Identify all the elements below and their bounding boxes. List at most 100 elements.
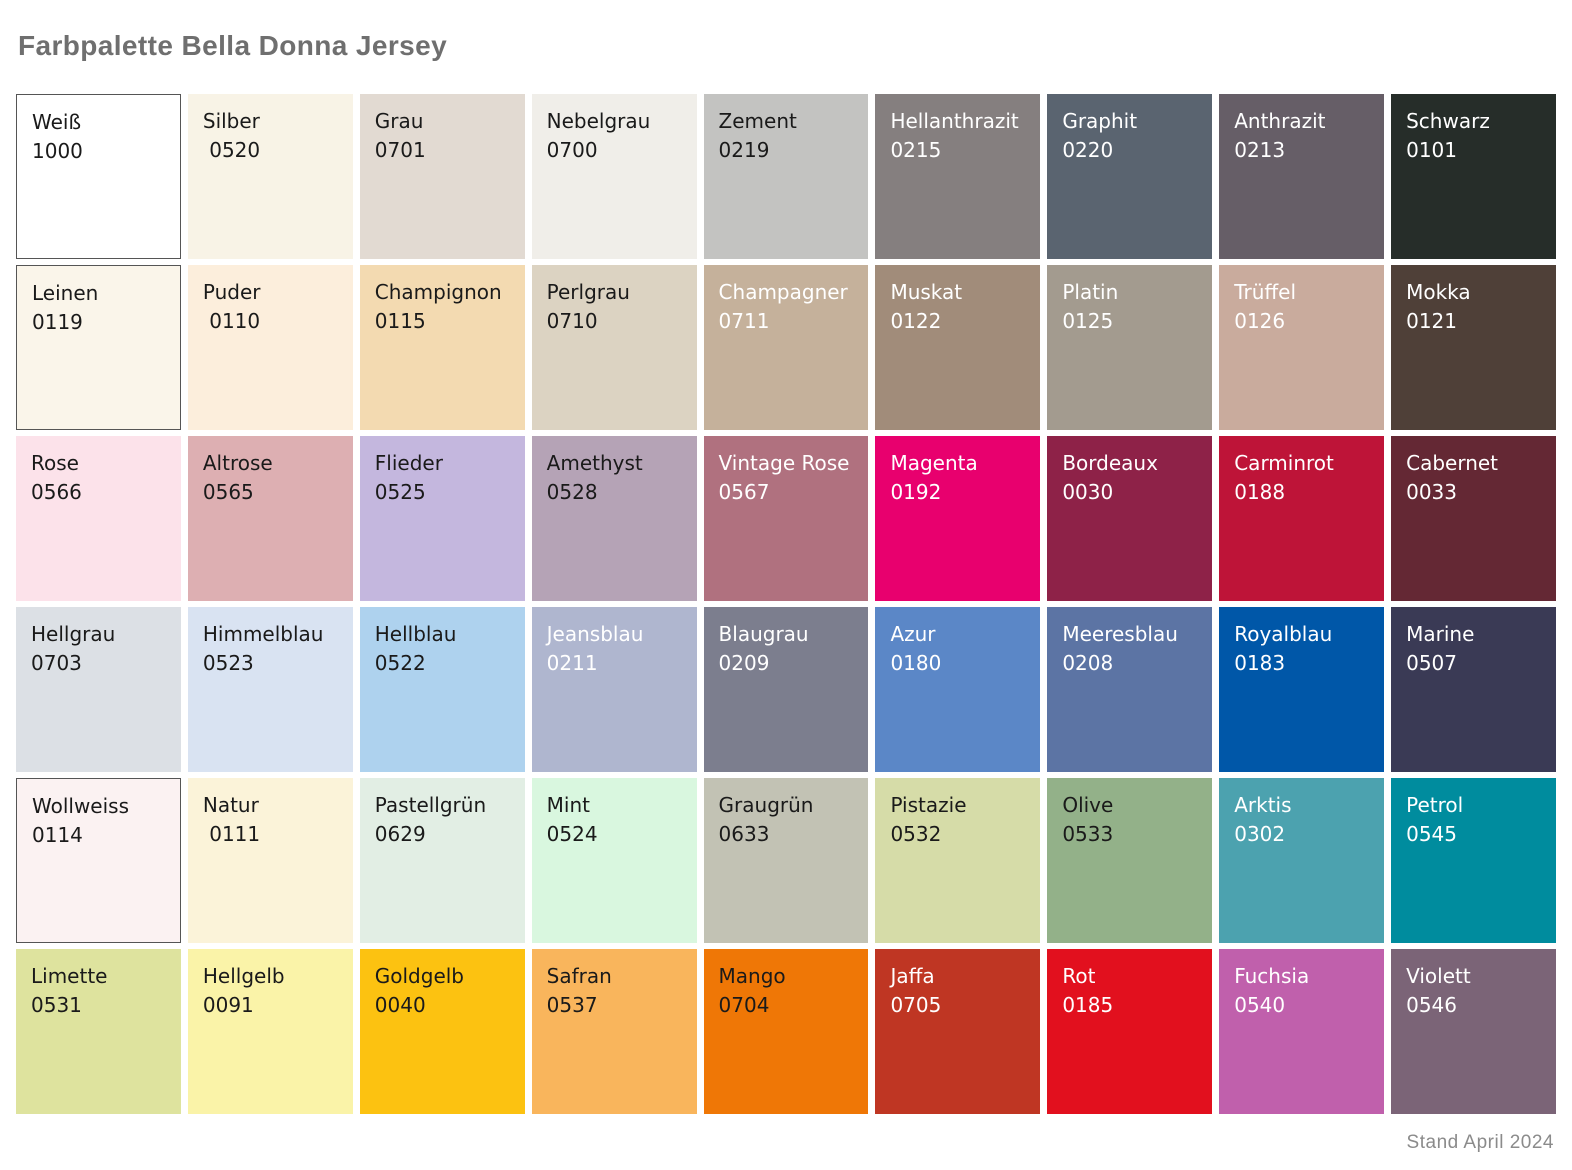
swatch-name: Anthrazit <box>1234 107 1382 136</box>
date-stamp: Stand April 2024 <box>0 1132 1554 1154</box>
color-swatch: Altrose 0565 <box>188 436 353 601</box>
swatch-name: Hellblau <box>375 620 523 649</box>
swatch-code: 0525 <box>375 478 523 507</box>
swatch-name: Altrose <box>203 449 351 478</box>
swatch-code: 0110 <box>203 307 351 336</box>
color-swatch: Champagner 0711 <box>704 265 869 430</box>
swatch-code: 0040 <box>375 991 523 1020</box>
swatch-name: Graugrün <box>719 791 867 820</box>
swatch-name: Champignon <box>375 278 523 307</box>
swatch-name: Nebelgrau <box>547 107 695 136</box>
swatch-code: 0629 <box>375 820 523 849</box>
swatch-name: Jeansblau <box>547 620 695 649</box>
swatch-code: 0524 <box>547 820 695 849</box>
color-swatch: Zement 0219 <box>704 94 869 259</box>
swatch-code: 0115 <box>375 307 523 336</box>
color-swatch: Silber 0520 <box>188 94 353 259</box>
swatch-name: Petrol <box>1406 791 1554 820</box>
swatch-name: Olive <box>1062 791 1210 820</box>
color-swatch: Blaugrau 0209 <box>704 607 869 772</box>
swatch-code: 0703 <box>31 649 179 678</box>
color-swatch: Goldgelb 0040 <box>360 949 525 1114</box>
color-swatch: Graugrün 0633 <box>704 778 869 943</box>
swatch-name: Fuchsia <box>1234 962 1382 991</box>
color-swatch: Perlgrau 0710 <box>532 265 697 430</box>
swatch-code: 0704 <box>719 991 867 1020</box>
swatch-name: Perlgrau <box>547 278 695 307</box>
swatch-name: Bordeaux <box>1062 449 1210 478</box>
swatch-name: Graphit <box>1062 107 1210 136</box>
swatch-code: 0101 <box>1406 136 1554 165</box>
color-swatch: Grau 0701 <box>360 94 525 259</box>
swatch-name: Carminrot <box>1234 449 1382 478</box>
color-swatch: Mokka 0121 <box>1391 265 1556 430</box>
swatch-code: 0209 <box>719 649 867 678</box>
swatch-code: 0185 <box>1062 991 1210 1020</box>
swatch-name: Meeresblau <box>1062 620 1210 649</box>
swatch-name: Mint <box>547 791 695 820</box>
swatch-code: 0122 <box>890 307 1038 336</box>
swatch-code: 0211 <box>547 649 695 678</box>
swatch-code: 0567 <box>719 478 867 507</box>
swatch-name: Azur <box>890 620 1038 649</box>
color-swatch: Azur 0180 <box>875 607 1040 772</box>
swatch-code: 0701 <box>375 136 523 165</box>
color-swatch: Fuchsia 0540 <box>1219 949 1384 1114</box>
swatch-code: 0531 <box>31 991 179 1020</box>
swatch-code: 1000 <box>32 137 178 166</box>
color-swatch: Magenta 0192 <box>875 436 1040 601</box>
swatch-name: Pistazie <box>890 791 1038 820</box>
swatch-name: Champagner <box>719 278 867 307</box>
color-swatch: Flieder 0525 <box>360 436 525 601</box>
swatch-code: 0121 <box>1406 307 1554 336</box>
swatch-code: 0507 <box>1406 649 1554 678</box>
color-swatch: Jeansblau 0211 <box>532 607 697 772</box>
color-swatch: Hellblau 0522 <box>360 607 525 772</box>
swatch-name: Hellgelb <box>203 962 351 991</box>
color-swatch: Pistazie 0532 <box>875 778 1040 943</box>
swatch-name: Mango <box>719 962 867 991</box>
swatch-name: Silber <box>203 107 351 136</box>
color-swatch: Hellgelb 0091 <box>188 949 353 1114</box>
swatch-name: Weiß <box>32 108 178 137</box>
color-swatch: Hellanthrazit 0215 <box>875 94 1040 259</box>
swatch-code: 0114 <box>32 821 178 850</box>
swatch-name: Violett <box>1406 962 1554 991</box>
palette-grid: Weiß 1000 Silber 0520 Grau 0701 Nebelgra… <box>16 94 1556 1114</box>
color-swatch: Limette 0531 <box>16 949 181 1114</box>
swatch-name: Zement <box>719 107 867 136</box>
swatch-code: 0126 <box>1234 307 1382 336</box>
color-swatch: Pastellgrün 0629 <box>360 778 525 943</box>
swatch-code: 0208 <box>1062 649 1210 678</box>
swatch-name: Pastellgrün <box>375 791 523 820</box>
swatch-code: 0119 <box>32 308 178 337</box>
swatch-name: Trüffel <box>1234 278 1382 307</box>
color-swatch: Jaffa 0705 <box>875 949 1040 1114</box>
color-swatch: Hellgrau 0703 <box>16 607 181 772</box>
swatch-code: 0030 <box>1062 478 1210 507</box>
swatch-code: 0219 <box>719 136 867 165</box>
swatch-name: Safran <box>547 962 695 991</box>
swatch-code: 0532 <box>890 820 1038 849</box>
color-swatch: Carminrot 0188 <box>1219 436 1384 601</box>
swatch-code: 0520 <box>203 136 351 165</box>
palette-sheet: Farbpalette Bella Donna Jersey Weiß 1000… <box>0 0 1572 1170</box>
swatch-name: Leinen <box>32 279 178 308</box>
swatch-code: 0566 <box>31 478 179 507</box>
color-swatch: Rot 0185 <box>1047 949 1212 1114</box>
color-swatch: Natur 0111 <box>188 778 353 943</box>
swatch-name: Himmelblau <box>203 620 351 649</box>
swatch-name: Natur <box>203 791 351 820</box>
color-swatch: Violett 0546 <box>1391 949 1556 1114</box>
swatch-name: Rot <box>1062 962 1210 991</box>
swatch-name: Schwarz <box>1406 107 1554 136</box>
swatch-code: 0183 <box>1234 649 1382 678</box>
color-swatch: Vintage Rose 0567 <box>704 436 869 601</box>
color-swatch: Himmelblau 0523 <box>188 607 353 772</box>
swatch-name: Flieder <box>375 449 523 478</box>
swatch-code: 0302 <box>1234 820 1382 849</box>
swatch-code: 0188 <box>1234 478 1382 507</box>
swatch-name: Vintage Rose <box>719 449 867 478</box>
color-swatch: Nebelgrau 0700 <box>532 94 697 259</box>
swatch-code: 0111 <box>203 820 351 849</box>
